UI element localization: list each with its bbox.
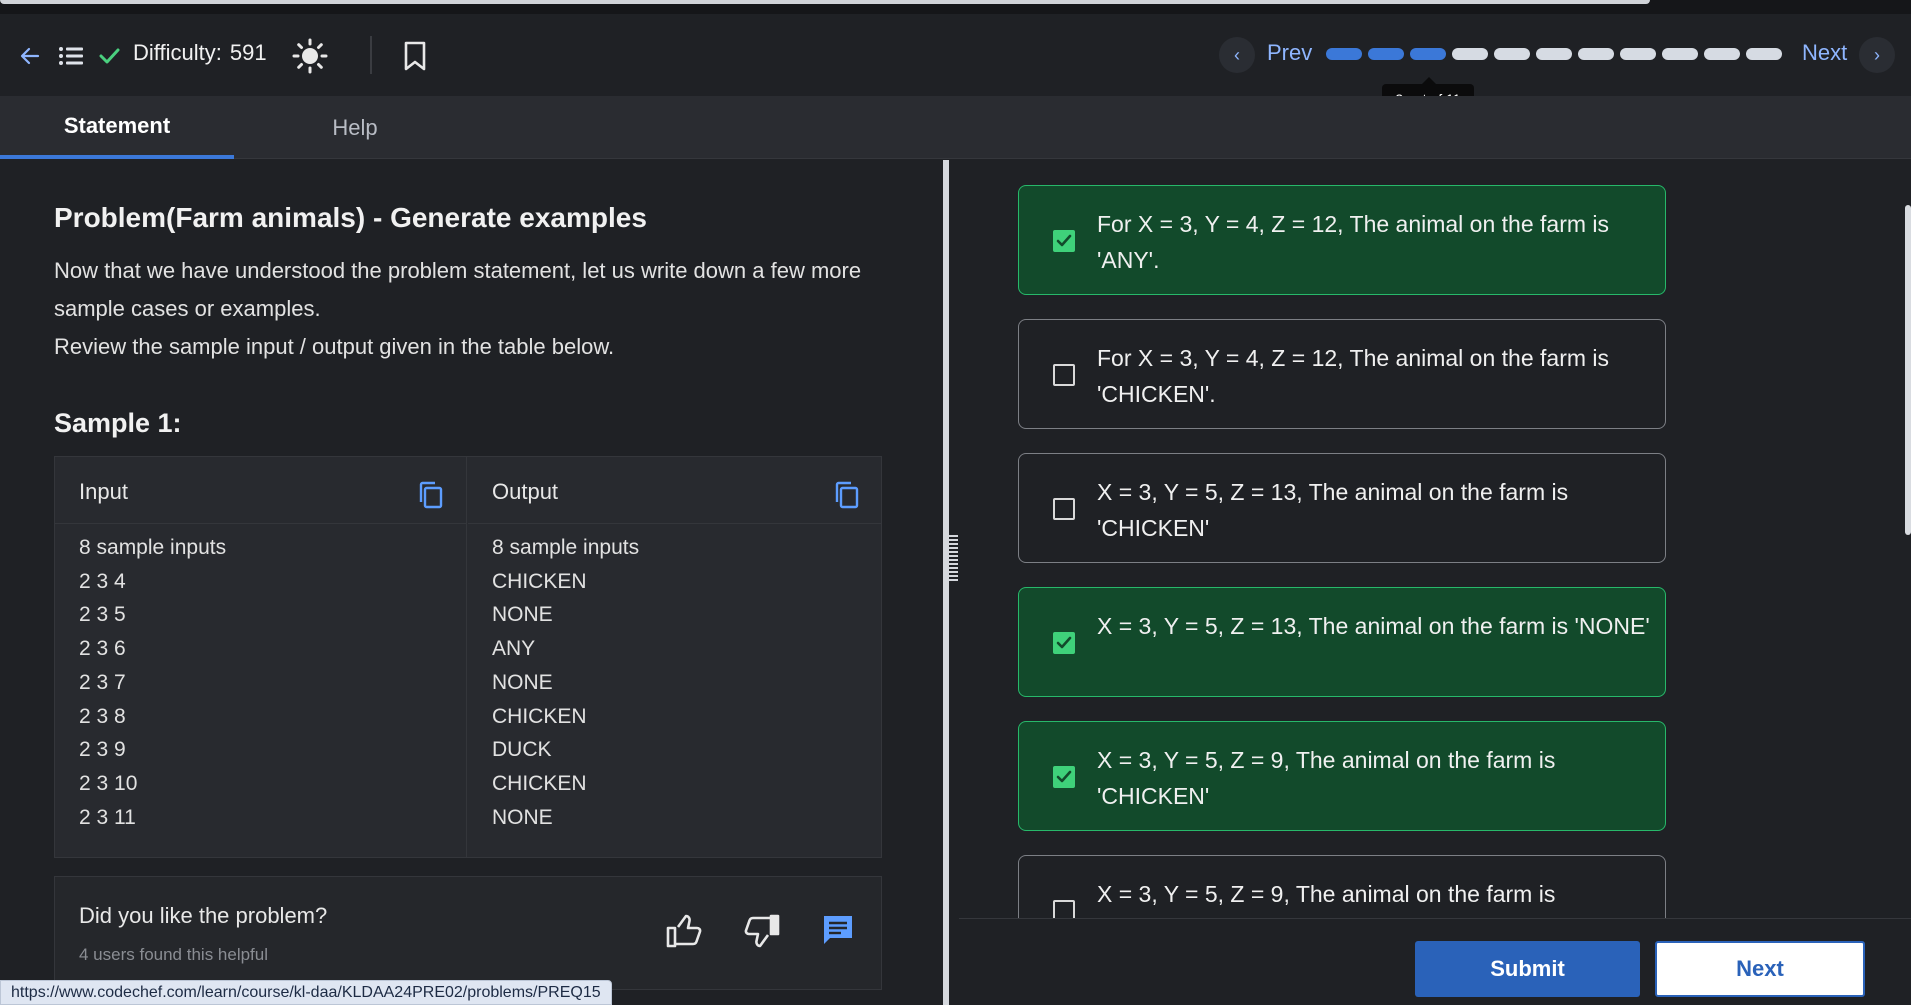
progress-segment[interactable] [1368,48,1404,60]
input-rows: 8 sample inputs 2 3 4 2 3 5 2 3 6 2 3 7 2 3 8… [79,531,226,834]
difficulty-label: Difficulty: [133,40,222,65]
answer-option[interactable]: X = 3, Y = 5, Z = 9, The animal on the f… [1018,721,1666,831]
table-row: 2 3 11 [79,805,136,829]
checkbox[interactable] [1053,900,1075,918]
difficulty-value: 591 [229,40,267,65]
table-row: NONE [492,670,553,694]
progress-segment[interactable] [1662,48,1698,60]
copy-icon[interactable] [418,481,444,514]
table-row: ANY [492,637,536,661]
progress-segment[interactable] [1410,48,1446,60]
comment-icon[interactable] [821,913,855,952]
table-row: 2 3 6 [79,637,126,661]
output-column: Output 8 sample inputs CHICKEN NONE ANY NONE… [468,457,882,857]
option-text: X = 3, Y = 5, Z = 13, The animal on the … [1097,479,1569,541]
difficulty: Difficulty: 591 [133,40,267,66]
table-row: CHICKEN [492,704,587,728]
output-rows: 8 sample inputs CHICKEN NONE ANY NONE CHICKEN… [492,531,639,834]
option-text: X = 3, Y = 5, Z = 13, The animal on the … [1097,613,1650,639]
checkbox-checked[interactable] [1053,632,1075,654]
resize-handle[interactable] [948,535,958,581]
prev-chevron-icon[interactable]: ‹ [1219,37,1255,73]
bookmark-icon[interactable] [398,38,432,74]
table-row: NONE [492,603,553,627]
problem-description: Now that we have understood the problem … [54,252,894,366]
answer-option[interactable]: X = 3, Y = 5, Z = 13, The animal on the … [1018,453,1666,563]
option-text: X = 3, Y = 5, Z = 9, The animal on the f… [1097,881,1556,907]
table-row: 8 sample inputs [79,536,227,559]
tab-bar: Statement Help [0,96,943,159]
next-chevron-icon[interactable]: › [1859,37,1895,73]
tab-statement[interactable]: Statement [0,96,234,159]
table-row: 2 3 5 [79,603,126,627]
table-row: 2 3 10 [79,771,138,795]
list-icon[interactable] [56,42,86,70]
progress-segment[interactable] [1704,48,1740,60]
sun-icon[interactable] [290,36,330,76]
checkbox[interactable] [1053,498,1075,520]
check-icon [96,42,122,70]
table-row: 2 3 9 [79,738,126,762]
options-panel: For X = 3, Y = 4, Z = 12, The animal on … [959,160,1911,918]
copy-icon[interactable] [834,481,860,514]
submit-button[interactable]: Submit [1415,941,1640,997]
input-header-label: Input [79,479,128,504]
feedback-card: Did you like the problem? 4 users found … [54,876,882,990]
tab-help[interactable]: Help [270,96,440,159]
next-link[interactable]: Next [1802,40,1847,66]
progress-segment[interactable] [1578,48,1614,60]
table-row: 2 3 7 [79,670,126,694]
answer-option[interactable]: X = 3, Y = 5, Z = 9, The animal on the f… [1018,855,1666,918]
sample-table: Input 8 sample inputs 2 3 4 2 3 5 2 3 6 2 3 … [54,456,882,858]
panel-divider[interactable] [943,160,949,1005]
answer-option[interactable]: For X = 3, Y = 4, Z = 12, The animal on … [1018,319,1666,429]
input-column: Input 8 sample inputs 2 3 4 2 3 5 2 3 6 2 3 … [55,457,467,857]
tab-bar-right [943,96,1911,159]
progress-bar [1326,48,1782,60]
progress-segment[interactable] [1536,48,1572,60]
output-header-label: Output [492,479,559,504]
thumbs-down-icon[interactable] [743,913,781,954]
prev-link[interactable]: Prev [1267,40,1312,66]
thumbs-up-icon[interactable] [665,913,703,954]
checkbox-checked[interactable] [1053,766,1075,788]
feedback-question: Did you like the problem? [79,903,328,928]
table-row: NONE [492,805,553,829]
table-row: 2 3 8 [79,704,126,728]
option-text: For X = 3, Y = 4, Z = 12, The animal on … [1097,345,1610,407]
table-row: 8 sample inputs [492,536,640,559]
checkbox[interactable] [1053,364,1075,386]
input-header: Input [55,457,466,524]
option-text: For X = 3, Y = 4, Z = 12, The animal on … [1097,211,1610,273]
progress-segment[interactable] [1746,48,1782,60]
table-row: 2 3 4 [79,569,126,593]
table-row: CHICKEN [492,771,587,795]
answer-option[interactable]: X = 3, Y = 5, Z = 13, The animal on the … [1018,587,1666,697]
option-text: X = 3, Y = 5, Z = 9, The animal on the f… [1097,747,1556,809]
description-line-2: Review the sample input / output given i… [54,334,615,359]
sample-title: Sample 1: [54,408,182,438]
scrollbar[interactable] [1905,205,1911,535]
loading-bar [0,0,1650,4]
back-arrow-icon[interactable] [14,42,46,70]
table-row: CHICKEN [492,569,587,593]
progress-segment[interactable] [1452,48,1488,60]
checkbox-checked[interactable] [1053,230,1075,252]
table-row: DUCK [492,738,552,762]
answer-option[interactable]: For X = 3, Y = 4, Z = 12, The animal on … [1018,185,1666,295]
browser-top-strip [0,0,1911,14]
header-separator [370,36,372,74]
output-header: Output [468,457,882,524]
description-line-1: Now that we have understood the problem … [54,258,862,321]
next-button[interactable]: Next [1655,941,1865,997]
problem-title: Problem(Farm animals) - Generate example… [54,202,647,233]
progress-segment[interactable] [1494,48,1530,60]
status-url: https://www.codechef.com/learn/course/kl… [0,980,612,1005]
progress-segment[interactable] [1326,48,1362,60]
progress-segment[interactable] [1620,48,1656,60]
feedback-helpful-count: 4 users found this helpful [79,945,269,964]
